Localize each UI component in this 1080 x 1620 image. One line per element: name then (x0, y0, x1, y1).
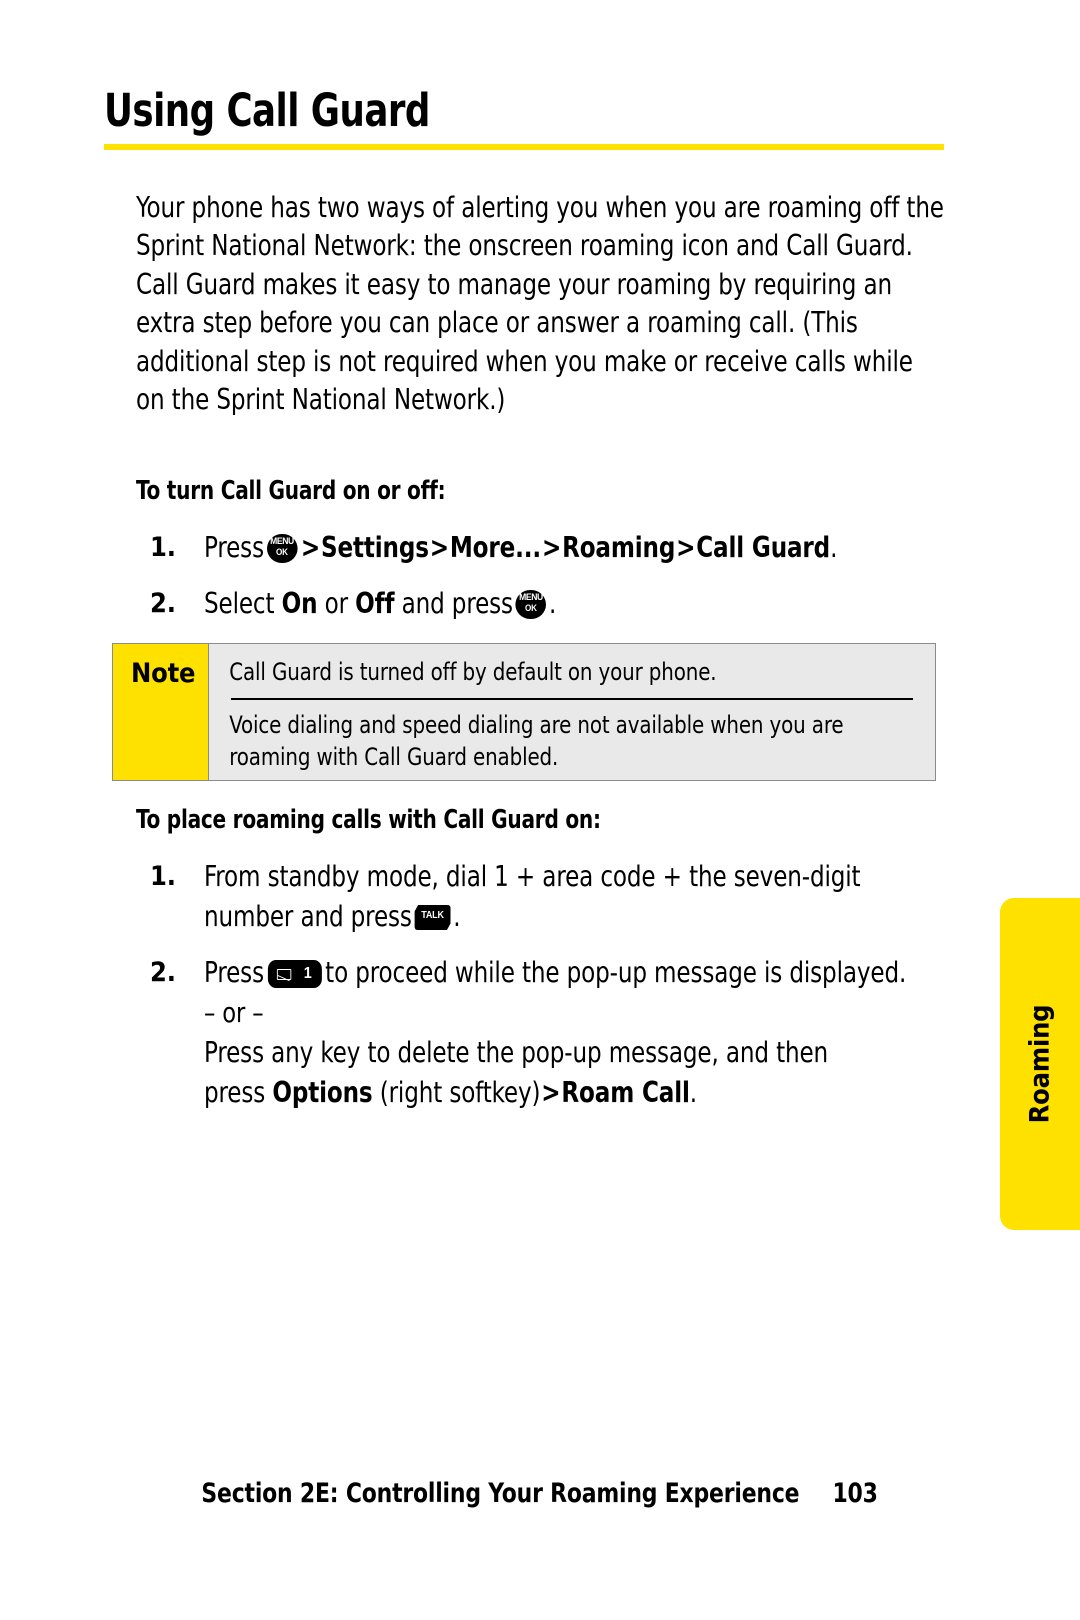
menu-path-roaming: Roaming (562, 531, 676, 564)
message-key-icon: 1 (267, 960, 322, 988)
footer-content: Section 2E: Controlling Your Roaming Exp… (202, 1478, 878, 1509)
note-paragraph-2: Voice dialing and speed dialing are not … (229, 711, 844, 771)
intro-paragraph: Your phone has two ways of alerting you … (136, 191, 944, 417)
conjunction-or: or (324, 587, 348, 620)
step-select-label: Select (204, 587, 275, 620)
note-body: Call Guard is turned off by default on y… (209, 644, 935, 780)
procedure1-steps-wrap: 1. Press MENU OK >Settings>More...>Roaming>… (136, 528, 956, 624)
menu-key-line2: OK (525, 603, 537, 613)
step-period: . (453, 900, 461, 933)
or-separator: – or – (204, 996, 264, 1029)
side-tab-label: Roaming (1024, 1004, 1056, 1124)
chevron-separator: > (541, 1076, 561, 1109)
note-label-text: Note (131, 658, 196, 689)
step-text: Select On or Off and press MENU OK. (204, 584, 955, 624)
note-box: Note Call Guard is turned off by default… (112, 643, 936, 781)
talk-key-icon: TALK (414, 905, 451, 930)
menu-key-line1: MENU (519, 592, 543, 603)
title-underline-rule (104, 143, 944, 150)
softkey-position-note: (right softkey) (379, 1076, 541, 1109)
footer-section-title: Section 2E: Controlling Your Roaming Exp… (201, 1478, 800, 1509)
step-period: . (548, 587, 557, 620)
step-proceed-instruction: to proceed while the pop-up message is d… (325, 956, 907, 989)
chevron-separator: > (676, 531, 696, 564)
step-number: 2. (150, 957, 176, 988)
step-number: 2. (150, 588, 176, 619)
envelope-icon (276, 969, 291, 980)
menu-path-settings: Settings (320, 531, 429, 564)
procedure1-heading: To turn Call Guard on or off: (136, 476, 446, 506)
chevron-separator: > (300, 531, 321, 564)
note-label-cell: Note (113, 644, 209, 780)
step-item: 1. From standby mode, dial 1 + area code… (136, 857, 956, 937)
page-footer: Section 2E: Controlling Your Roaming Exp… (0, 1478, 1080, 1509)
menu-path-more: More... (449, 531, 542, 564)
step-press-label: Press (204, 531, 264, 564)
step-item: 2. Press 1 to proceed while the pop-up mes… (136, 953, 956, 1113)
procedure2-steps: 1. From standby mode, dial 1 + area code… (136, 857, 956, 1113)
step-text: Press MENU OK >Settings>More...>Roaming>Cal… (204, 528, 955, 568)
manual-page: Using Call Guard Your phone has two ways… (0, 0, 1080, 1620)
procedure2-heading-wrap: To place roaming calls with Call Guard o… (136, 805, 1076, 835)
menu-key-line1: MENU (270, 536, 294, 547)
menu-ok-key-icon: MENU OK (515, 590, 547, 619)
title-block: Using Call Guard (104, 84, 944, 150)
option-on: On (281, 587, 318, 620)
procedure1-heading-wrap: To turn Call Guard on or off: (136, 476, 1076, 506)
talk-key-label: TALK (421, 910, 444, 921)
menu-ok-key-icon: MENU OK (266, 534, 298, 563)
step-item: 2. Select On or Off and press MENU OK. (136, 584, 956, 624)
option-off: Off (355, 587, 395, 620)
step-press-label: and press (401, 587, 513, 620)
step-number: 1. (150, 861, 176, 892)
menu-key-line2: OK (276, 547, 288, 557)
step-period: . (830, 531, 838, 564)
step-number: 1. (150, 532, 176, 563)
softkey-options-label: Options (272, 1076, 373, 1109)
message-key-digit: 1 (303, 965, 312, 982)
note-paragraph-1: Call Guard is turned off by default on y… (229, 658, 717, 686)
step-text: Press 1 to proceed while the pop-up messag… (204, 953, 955, 993)
side-tab-roaming: Roaming (1000, 898, 1080, 1230)
chevron-separator: > (541, 531, 562, 564)
menu-path-roam-call: Roam Call (561, 1076, 690, 1109)
page-number: 103 (832, 1478, 879, 1509)
page-title: Using Call Guard (104, 84, 430, 137)
step-text: From standby mode, dial 1 + area code + … (204, 857, 955, 937)
chevron-separator: > (429, 531, 449, 564)
procedure2-steps-wrap: 1. From standby mode, dial 1 + area code… (136, 857, 956, 1113)
step-period: . (689, 1076, 697, 1109)
content-column: Your phone has two ways of alerting you … (136, 189, 948, 419)
procedure1-steps: 1. Press MENU OK >Settings>More...>Roaming>… (136, 528, 956, 624)
step-item: 1. Press MENU OK >Settings>More...>Roaming>… (136, 528, 956, 568)
step-dial-instruction: From standby mode, dial 1 + area code + … (204, 860, 861, 933)
menu-path-call-guard: Call Guard (696, 531, 831, 564)
step-alt-text: Press any key to delete the pop-up messa… (204, 1033, 955, 1113)
step-press-label: Press (204, 956, 264, 989)
procedure2-heading: To place roaming calls with Call Guard o… (136, 805, 601, 835)
